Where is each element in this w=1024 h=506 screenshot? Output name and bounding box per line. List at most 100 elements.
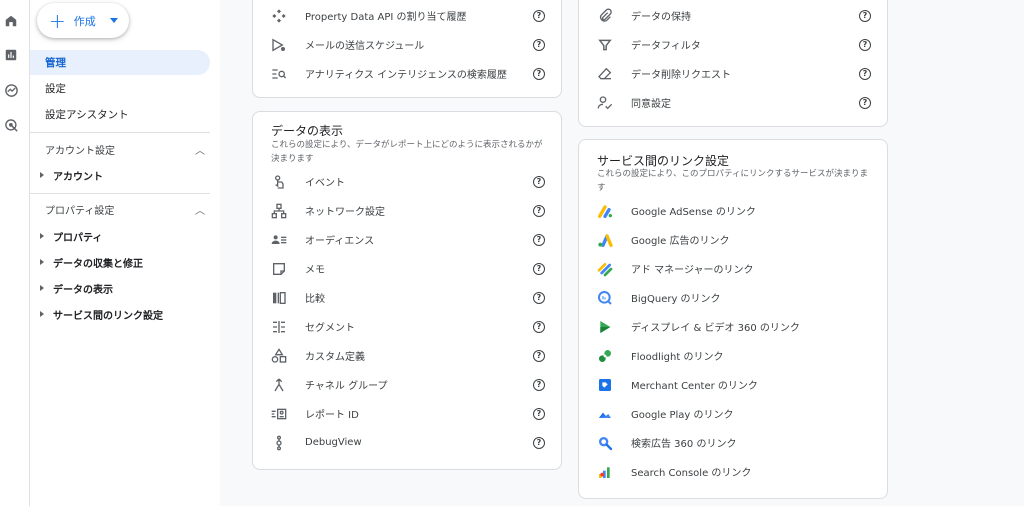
nav-section-property[interactable]: プロパティ設定 ︿ <box>45 200 205 218</box>
row-label: Google Play のリンク <box>631 410 734 421</box>
nav-data-display[interactable]: データの表示 <box>40 279 113 297</box>
touch-icon <box>271 174 287 190</box>
help-icon[interactable]: ? <box>533 175 545 188</box>
nav-property-label: プロパティ <box>53 232 103 244</box>
nav-product-links[interactable]: サービス間のリンク設定 <box>40 305 163 323</box>
row-notes[interactable]: メモ ? <box>253 254 561 283</box>
chevron-up-icon: ︿ <box>195 205 205 217</box>
attachment-icon <box>597 8 613 24</box>
network-icon <box>271 203 287 219</box>
nav-section-property-label: プロパティ設定 <box>45 205 115 217</box>
help-icon[interactable]: ? <box>533 262 545 275</box>
help-icon[interactable]: ? <box>533 349 545 362</box>
row-label: アド マネージャーのリンク <box>631 265 754 276</box>
create-button-label: 作成 <box>73 14 96 28</box>
triangle-right-icon <box>40 172 44 178</box>
reports-icon[interactable] <box>3 47 19 63</box>
row-email-schedule[interactable]: メールの送信スケジュール ? <box>253 30 561 59</box>
triangle-right-icon <box>40 259 44 265</box>
nav-admin[interactable]: 管理 <box>30 50 210 75</box>
row-events[interactable]: イベント ? <box>253 167 561 196</box>
advertising-icon[interactable] <box>3 117 19 133</box>
row-label: ディスプレイ & ビデオ 360 のリンク <box>631 323 800 334</box>
explore-icon[interactable] <box>3 82 19 98</box>
create-button[interactable]: + 作成 <box>37 3 129 38</box>
row-debugview[interactable]: DebugView ? <box>253 428 561 457</box>
row-dv360[interactable]: ディスプレイ & ビデオ 360 のリンク <box>579 312 887 341</box>
row-label: セグメント <box>305 323 355 334</box>
row-label: Search Console のリンク <box>631 468 752 479</box>
help-icon[interactable]: ? <box>533 407 545 420</box>
row-label: レポート ID <box>305 410 359 421</box>
consent-icon <box>597 95 613 111</box>
row-search-console[interactable]: Search Console のリンク <box>579 457 887 486</box>
row-search-history[interactable]: アナリティクス インテリジェンスの検索履歴 ? <box>253 59 561 88</box>
row-bigquery[interactable]: BigQuery のリンク <box>579 283 887 312</box>
row-network[interactable]: ネットワーク設定 ? <box>253 196 561 225</box>
card-top-right: データの保持 ? データフィルタ ? データ削除リクエスト ? 同意設定 ? <box>578 0 888 127</box>
row-label: メモ <box>305 265 325 276</box>
row-google-play[interactable]: Google Play のリンク <box>579 399 887 428</box>
row-reporting-id[interactable]: レポート ID ? <box>253 399 561 428</box>
row-audiences[interactable]: オーディエンス ? <box>253 225 561 254</box>
ad-manager-icon <box>597 261 613 277</box>
merchant-center-icon <box>597 377 613 393</box>
divider <box>30 132 210 133</box>
help-icon[interactable]: ? <box>533 320 545 333</box>
row-label: 比較 <box>305 294 325 305</box>
dv360-icon <box>597 319 613 335</box>
row-data-retention[interactable]: データの保持 ? <box>579 1 887 30</box>
nav-settings[interactable]: 設定 <box>30 76 210 101</box>
help-icon[interactable]: ? <box>533 378 545 391</box>
row-label: データフィルタ <box>631 41 701 52</box>
row-data-deletion[interactable]: データ削除リクエスト ? <box>579 59 887 88</box>
filter-icon <box>597 37 613 53</box>
help-icon[interactable]: ? <box>533 9 545 22</box>
triangle-right-icon <box>40 311 44 317</box>
row-label: Google 広告のリンク <box>631 236 730 247</box>
bigquery-icon <box>597 290 613 306</box>
help-icon[interactable]: ? <box>533 38 545 51</box>
row-segments[interactable]: セグメント ? <box>253 312 561 341</box>
row-ad-manager[interactable]: アド マネージャーのリンク <box>579 254 887 283</box>
debug-icon <box>271 435 287 451</box>
search-history-icon <box>271 66 287 82</box>
nav-data-collection[interactable]: データの収集と修正 <box>40 253 143 271</box>
row-data-filter[interactable]: データフィルタ ? <box>579 30 887 59</box>
help-icon[interactable]: ? <box>533 233 545 246</box>
home-icon[interactable] <box>3 13 19 29</box>
row-google-ads[interactable]: Google 広告のリンク <box>579 225 887 254</box>
row-channel-groups[interactable]: チャネル グループ ? <box>253 370 561 399</box>
segment-icon <box>271 319 287 335</box>
row-api-quota[interactable]: Property Data API の割り当て履歴 ? <box>253 1 561 30</box>
note-icon <box>271 261 287 277</box>
row-label: オーディエンス <box>305 236 375 247</box>
card-product-links: サービス間のリンク設定 これらの設定により、このプロパティにリンクするサービスが… <box>578 139 888 499</box>
nav-data-display-label: データの表示 <box>53 284 113 296</box>
help-icon[interactable]: ? <box>859 67 871 80</box>
row-adsense[interactable]: Google AdSense のリンク <box>579 196 887 225</box>
help-icon[interactable]: ? <box>859 9 871 22</box>
row-consent[interactable]: 同意設定 ? <box>579 88 887 117</box>
help-icon[interactable]: ? <box>533 67 545 80</box>
nav-setup-assistant[interactable]: 設定アシスタント <box>30 102 210 127</box>
nav-property[interactable]: プロパティ <box>40 227 102 245</box>
row-sa360[interactable]: 検索広告 360 のリンク <box>579 428 887 457</box>
row-label: 同意設定 <box>631 99 671 110</box>
help-icon[interactable]: ? <box>859 96 871 109</box>
help-icon[interactable]: ? <box>859 38 871 51</box>
help-icon[interactable]: ? <box>533 204 545 217</box>
audience-icon <box>271 232 287 248</box>
row-comparisons[interactable]: 比較 ? <box>253 283 561 312</box>
row-merchant-center[interactable]: Merchant Center のリンク <box>579 370 887 399</box>
nav-account[interactable]: アカウント <box>40 166 103 184</box>
row-custom-definitions[interactable]: カスタム定義 ? <box>253 341 561 370</box>
row-label: ネットワーク設定 <box>305 207 385 218</box>
row-floodlight[interactable]: Floodlight のリンク <box>579 341 887 370</box>
help-icon[interactable]: ? <box>533 436 545 449</box>
help-icon[interactable]: ? <box>533 291 545 304</box>
nav-product-links-label: サービス間のリンク設定 <box>53 310 163 322</box>
floodlight-icon <box>597 348 613 364</box>
nav-section-account[interactable]: アカウント設定 ︿ <box>45 140 205 158</box>
card-top-left: Property Data API の割り当て履歴 ? メールの送信スケジュール… <box>252 0 562 98</box>
